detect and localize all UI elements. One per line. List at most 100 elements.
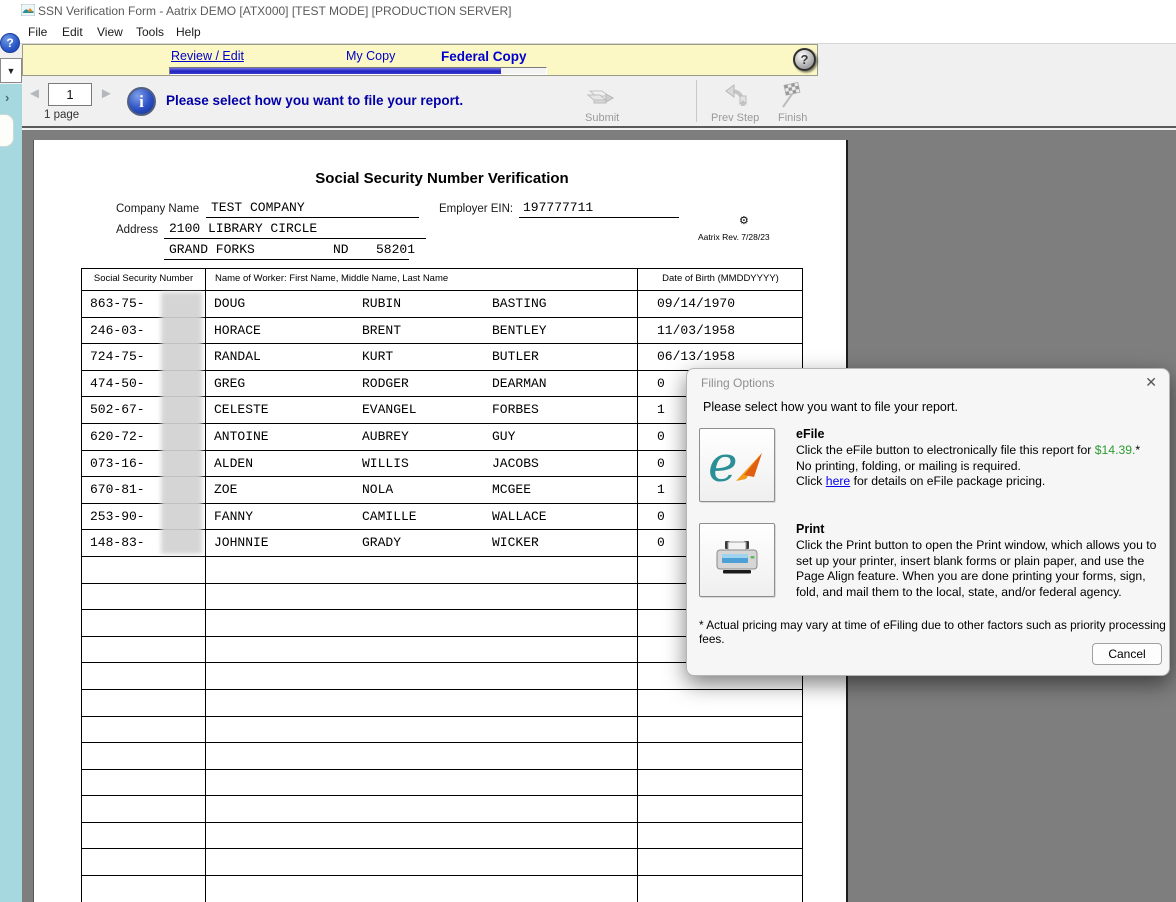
zip-value[interactable]: 58201 bbox=[376, 242, 415, 257]
close-icon[interactable]: ✕ bbox=[1145, 374, 1157, 391]
progress-fill bbox=[170, 68, 501, 74]
ssn-cell[interactable]: 620-72- bbox=[90, 429, 145, 444]
last-cell[interactable]: BASTING bbox=[492, 296, 547, 311]
submit-icon[interactable] bbox=[584, 82, 616, 110]
last-cell[interactable]: WICKER bbox=[492, 535, 539, 550]
middle-cell[interactable]: CAMILLE bbox=[362, 509, 417, 524]
expand-chevron-icon[interactable]: › bbox=[5, 90, 9, 105]
page-number-input[interactable] bbox=[48, 83, 92, 106]
middle-cell[interactable]: RODGER bbox=[362, 376, 409, 391]
print-button[interactable] bbox=[699, 523, 775, 597]
last-cell[interactable]: BUTLER bbox=[492, 349, 539, 364]
efile-button[interactable]: e bbox=[699, 428, 775, 502]
middle-cell[interactable]: NOLA bbox=[362, 482, 393, 497]
ssn-cell[interactable]: 148-83- bbox=[90, 535, 145, 550]
address-value[interactable]: 2100 LIBRARY CIRCLE bbox=[169, 221, 317, 236]
ssn-cell[interactable]: 502-67- bbox=[90, 402, 145, 417]
last-cell[interactable]: GUY bbox=[492, 429, 515, 444]
first-cell[interactable]: ALDEN bbox=[214, 456, 253, 471]
dob-cell[interactable]: 0 bbox=[657, 535, 665, 550]
first-cell[interactable]: HORACE bbox=[214, 323, 261, 338]
menu-help[interactable]: Help bbox=[176, 25, 201, 39]
efile-logo-icon: e bbox=[706, 437, 768, 493]
prev-step-icon[interactable] bbox=[722, 82, 752, 110]
middle-cell[interactable]: GRADY bbox=[362, 535, 401, 550]
ssn-cell[interactable]: 253-90- bbox=[90, 509, 145, 524]
table-row bbox=[82, 796, 802, 823]
pricing-footnote: * Actual pricing may vary at time of eFi… bbox=[699, 618, 1169, 646]
ssn-cell[interactable]: 670-81- bbox=[90, 482, 145, 497]
step-band: Review / Edit My Copy Federal Copy ? bbox=[22, 44, 818, 76]
efile-line1-star: * bbox=[1135, 443, 1140, 457]
dob-cell[interactable]: 0 bbox=[657, 429, 665, 444]
ssn-cell[interactable]: 246-03- bbox=[90, 323, 145, 338]
tab-review-edit[interactable]: Review / Edit bbox=[171, 49, 244, 63]
first-cell[interactable]: FANNY bbox=[214, 509, 253, 524]
tab-federal-copy[interactable]: Federal Copy bbox=[441, 49, 527, 64]
middle-cell[interactable]: KURT bbox=[362, 349, 393, 364]
employer-ein-value[interactable]: 197777711 bbox=[523, 200, 593, 215]
cancel-button[interactable]: Cancel bbox=[1092, 643, 1162, 665]
dialog-message: Please select how you want to file your … bbox=[703, 400, 958, 414]
dob-cell[interactable]: 0 bbox=[657, 376, 665, 391]
ssn-cell[interactable]: 474-50- bbox=[90, 376, 145, 391]
menu-tools[interactable]: Tools bbox=[136, 25, 164, 39]
middle-cell[interactable]: EVANGEL bbox=[362, 402, 417, 417]
middle-cell[interactable]: WILLIS bbox=[362, 456, 409, 471]
finish-flag-icon[interactable] bbox=[777, 81, 805, 111]
menu-view[interactable]: View bbox=[97, 25, 123, 39]
middle-cell[interactable]: BRENT bbox=[362, 323, 401, 338]
first-cell[interactable]: DOUG bbox=[214, 296, 245, 311]
first-cell[interactable]: ZOE bbox=[214, 482, 237, 497]
finish-label[interactable]: Finish bbox=[778, 112, 807, 124]
last-cell[interactable]: DEARMAN bbox=[492, 376, 547, 391]
dob-cell[interactable]: 1 bbox=[657, 402, 665, 417]
efile-pricing-link[interactable]: here bbox=[826, 474, 850, 488]
last-cell[interactable]: BENTLEY bbox=[492, 323, 547, 338]
table-row bbox=[82, 743, 802, 770]
next-page-arrow-icon[interactable]: ► bbox=[99, 85, 114, 102]
dialog-title: Filing Options bbox=[701, 376, 774, 390]
column-divider bbox=[637, 269, 638, 902]
first-cell[interactable]: CELESTE bbox=[214, 402, 269, 417]
zoom-dropdown-button[interactable]: ▼ bbox=[0, 58, 22, 83]
ssn-cell[interactable]: 724-75- bbox=[90, 349, 145, 364]
first-cell[interactable]: ANTOINE bbox=[214, 429, 269, 444]
prev-step-label[interactable]: Prev Step bbox=[711, 112, 759, 124]
ssn-cell[interactable]: 863-75- bbox=[90, 296, 145, 311]
tab-my-copy[interactable]: My Copy bbox=[346, 49, 395, 63]
first-cell[interactable]: RANDAL bbox=[214, 349, 261, 364]
submit-label[interactable]: Submit bbox=[585, 112, 619, 124]
rail-flyout-tab[interactable] bbox=[0, 114, 14, 147]
first-cell[interactable]: GREG bbox=[214, 376, 245, 391]
menu-file[interactable]: File bbox=[28, 25, 47, 39]
dob-cell[interactable]: 06/13/1958 bbox=[657, 349, 735, 364]
menu-edit[interactable]: Edit bbox=[62, 25, 83, 39]
dob-cell[interactable]: 09/14/1970 bbox=[657, 296, 735, 311]
last-cell[interactable]: WALLACE bbox=[492, 509, 547, 524]
first-cell[interactable]: JOHNNIE bbox=[214, 535, 269, 550]
help-icon[interactable]: ? bbox=[0, 33, 20, 53]
ssn-cell[interactable]: 073-16- bbox=[90, 456, 145, 471]
title-bar: SSN Verification Form - Aatrix DEMO [ATX… bbox=[0, 0, 1176, 22]
last-cell[interactable]: MCGEE bbox=[492, 482, 531, 497]
dob-cell[interactable]: 0 bbox=[657, 509, 665, 524]
dob-cell[interactable]: 11/03/1958 bbox=[657, 323, 735, 338]
table-row bbox=[82, 717, 802, 744]
state-value[interactable]: ND bbox=[333, 242, 349, 257]
gear-icon: ⚙ bbox=[739, 214, 749, 227]
help-badge-button[interactable]: ? bbox=[793, 48, 816, 71]
company-name-value[interactable]: TEST COMPANY bbox=[211, 200, 305, 215]
table-row bbox=[82, 690, 802, 717]
last-cell[interactable]: FORBES bbox=[492, 402, 539, 417]
efile-line2: No printing, folding, or mailing is requ… bbox=[796, 459, 1021, 473]
last-cell[interactable]: JACOBS bbox=[492, 456, 539, 471]
efile-line3-post: for details on eFile package pricing. bbox=[850, 474, 1045, 488]
middle-cell[interactable]: RUBIN bbox=[362, 296, 401, 311]
prev-page-arrow-icon[interactable]: ◄ bbox=[27, 85, 42, 102]
dob-cell[interactable]: 0 bbox=[657, 456, 665, 471]
toolbar: ◄ ► 1 page i Please select how you want … bbox=[0, 76, 1176, 128]
middle-cell[interactable]: AUBREY bbox=[362, 429, 409, 444]
dob-cell[interactable]: 1 bbox=[657, 482, 665, 497]
city-value[interactable]: GRAND FORKS bbox=[169, 242, 255, 257]
